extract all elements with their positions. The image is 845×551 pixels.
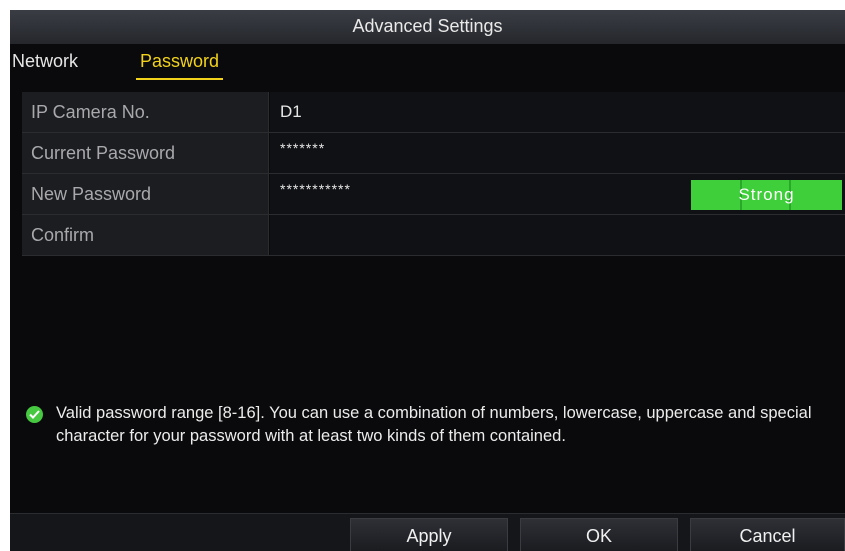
tab-network[interactable]: Network: [12, 48, 78, 80]
confirm-password-field[interactable]: [270, 215, 845, 255]
button-bar: Apply OK Cancel: [10, 513, 845, 551]
hint-text: Valid password range [8-16]. You can use…: [56, 404, 812, 445]
password-strength-meter: Strong: [691, 180, 842, 210]
current-password-field[interactable]: *******: [270, 133, 845, 173]
cancel-button[interactable]: Cancel: [690, 518, 845, 551]
new-password-value: ***********: [280, 181, 351, 197]
confirm-label: Confirm: [22, 215, 269, 255]
advanced-settings-window: Advanced Settings Network Password IP Ca…: [10, 10, 845, 551]
ip-camera-select[interactable]: D1: [270, 92, 845, 132]
new-password-label: New Password: [22, 174, 269, 214]
check-circle-icon: [26, 406, 43, 423]
window-title: Advanced Settings: [10, 10, 845, 44]
password-hint: Valid password range [8-16]. You can use…: [26, 402, 826, 448]
current-password-label: Current Password: [22, 133, 269, 173]
strength-label: Strong: [738, 185, 795, 204]
ip-camera-label: IP Camera No.: [22, 92, 269, 132]
apply-button[interactable]: Apply: [350, 518, 508, 551]
ok-button[interactable]: OK: [520, 518, 678, 551]
new-password-field[interactable]: *********** Strong: [270, 174, 845, 214]
row-current-password: Current Password *******: [22, 133, 845, 174]
password-form: IP Camera No. D1 Current Password ******…: [22, 92, 845, 256]
tab-password[interactable]: Password: [136, 48, 224, 80]
row-new-password: New Password *********** Strong: [22, 174, 845, 215]
row-confirm: Confirm: [22, 215, 845, 256]
row-ip-camera: IP Camera No. D1: [22, 92, 845, 133]
